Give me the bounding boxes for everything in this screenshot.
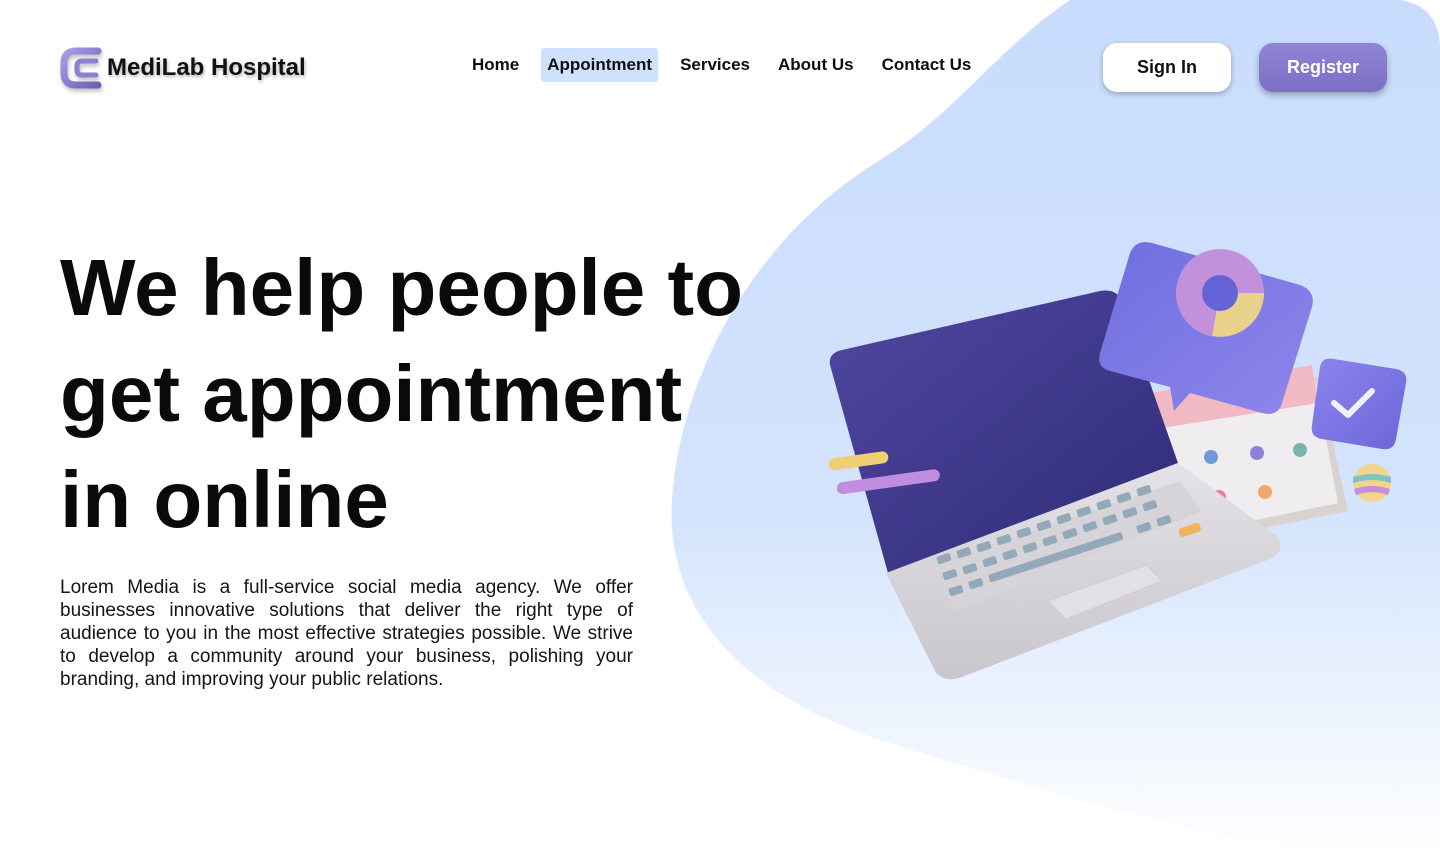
nav-item-appointment[interactable]: Appointment <box>541 48 659 82</box>
brand[interactable]: MediLab Hospital <box>60 46 306 90</box>
nav-item-services[interactable]: Services <box>674 48 756 82</box>
nav-item-about-us[interactable]: About Us <box>772 48 860 82</box>
medilab-logo-icon <box>60 47 102 89</box>
site-header: MediLab Hospital Home Appointment Servic… <box>0 0 1440 130</box>
register-button[interactable]: Register <box>1259 43 1387 92</box>
striped-ball-icon <box>1353 464 1391 502</box>
check-badge-icon <box>1311 358 1407 450</box>
laptop-calendar-illustration <box>828 242 1407 680</box>
nav-item-home[interactable]: Home <box>466 48 525 82</box>
nav-item-contact-us[interactable]: Contact Us <box>876 48 978 82</box>
sign-in-button[interactable]: Sign In <box>1103 43 1231 92</box>
main-nav: Home Appointment Services About Us Conta… <box>466 48 993 82</box>
hero-title: We help people to get appointment in onl… <box>60 235 760 553</box>
hero-title-line-1: We help people to <box>60 243 744 332</box>
hero-description: Lorem Media is a full-service social med… <box>60 577 633 690</box>
hero-title-line-3: in online <box>60 455 389 544</box>
hero-title-line-2: get appointment <box>60 349 683 438</box>
brand-name: MediLab Hospital <box>107 54 306 81</box>
